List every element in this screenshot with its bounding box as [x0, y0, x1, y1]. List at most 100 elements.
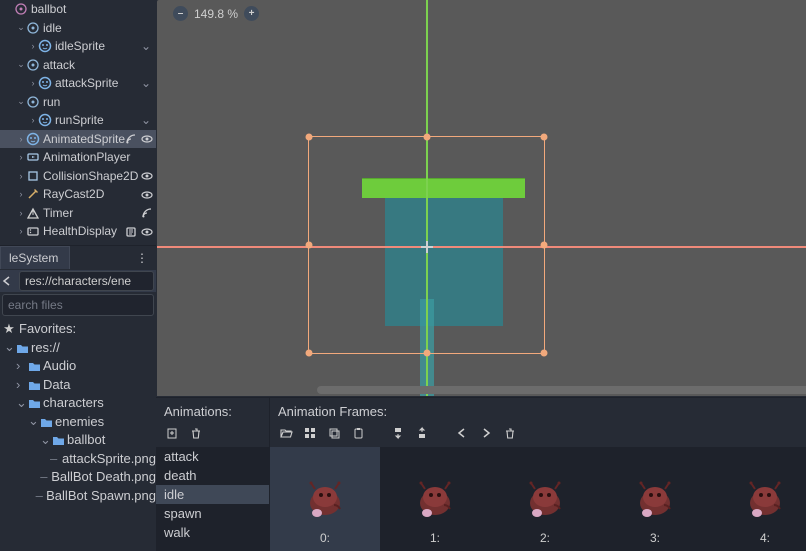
scene-node-idleSprite[interactable]: ›idleSprite⌄	[0, 37, 156, 56]
resize-handle[interactable]	[423, 350, 430, 357]
expand-icon[interactable]: ›	[16, 152, 26, 162]
spriteframes-panel: Animations: attackdeathidlespawnwalk Ani…	[156, 397, 806, 551]
copy-icon[interactable]	[326, 425, 342, 441]
expand-icon[interactable]: ›	[16, 189, 26, 199]
zoom-value[interactable]: 149.8 %	[194, 7, 238, 21]
resize-handle[interactable]	[306, 134, 313, 141]
signal-icon[interactable]	[122, 132, 138, 145]
resize-handle[interactable]	[541, 350, 548, 357]
scene-node-idle[interactable]: ⌄idle	[0, 19, 156, 38]
folder-icon	[38, 415, 52, 428]
fs-folder-enemies[interactable]: ⌄enemies	[0, 412, 156, 431]
frame-item[interactable]: 3:	[600, 447, 710, 551]
scene-node-AnimationPlayer[interactable]: ›AnimationPlayer	[0, 148, 156, 167]
scene-node-attack[interactable]: ⌄attack	[0, 56, 156, 75]
resize-handle[interactable]	[306, 350, 313, 357]
folder-icon	[26, 359, 40, 372]
scene-node-ballbot[interactable]: ballbot	[0, 0, 156, 19]
scene-node-Timer[interactable]: ›Timer	[0, 204, 156, 223]
sprite-icon	[26, 132, 40, 146]
scene-node-CollisionShape2D[interactable]: ›CollisionShape2D	[0, 167, 156, 186]
expand-icon[interactable]: ⌄	[28, 413, 38, 429]
sprite-icon	[38, 113, 52, 127]
fs-file-BallBot Spawn.png[interactable]: –BallBot Spawn.png	[0, 486, 156, 505]
signal-icon[interactable]	[138, 206, 154, 219]
scene-node-RayCast2D[interactable]: ›RayCast2D	[0, 185, 156, 204]
fs-folder-res://[interactable]: ⌄res://	[0, 338, 156, 357]
fs-label: BallBot Death.png	[51, 469, 156, 484]
scrollbar-horizontal[interactable]	[317, 386, 806, 394]
expand-icon[interactable]: ›	[16, 134, 26, 144]
expand-icon[interactable]: ⌄	[16, 96, 26, 107]
expand-icon[interactable]: ›	[28, 115, 38, 125]
move-left-icon[interactable]	[454, 425, 470, 441]
visibility-icon[interactable]	[138, 169, 154, 182]
fs-folder-ballbot[interactable]: ⌄ ballbot	[0, 431, 156, 450]
zoom-out-button[interactable]: –	[173, 6, 188, 21]
script-badge-icon[interactable]	[122, 225, 138, 238]
expand-icon[interactable]: ›	[16, 208, 26, 218]
fs-label: characters	[43, 395, 104, 410]
frame-item[interactable]: 0:	[270, 447, 380, 551]
expand-icon[interactable]: ›	[28, 41, 38, 51]
delete-frame-icon[interactable]	[502, 425, 518, 441]
resize-handle[interactable]	[541, 134, 548, 141]
scene-node-runSprite[interactable]: ›runSprite⌄	[0, 111, 156, 130]
timer-icon	[26, 206, 40, 220]
resize-handle[interactable]	[306, 242, 313, 249]
expand-icon[interactable]: ›	[16, 358, 26, 373]
fs-folder-characters[interactable]: ⌄ characters	[0, 394, 156, 413]
scene-node-HealthDisplay[interactable]: ›HealthDisplay	[0, 222, 156, 241]
path-input[interactable]	[19, 271, 154, 291]
insert-after-icon[interactable]	[414, 425, 430, 441]
fs-file-attackSprite.png[interactable]: –attackSprite.png	[0, 449, 156, 468]
frame-item[interactable]: 1:	[380, 447, 490, 551]
expand-icon[interactable]: ›	[28, 78, 38, 88]
expand-icon[interactable]: ⌄	[40, 432, 50, 448]
fs-file-BallBot Death.png[interactable]: –BallBot Death.png	[0, 468, 156, 487]
scene-node-attackSprite[interactable]: ›attackSprite⌄	[0, 74, 156, 93]
path-back-icon[interactable]	[0, 274, 14, 288]
new-animation-button[interactable]	[164, 425, 180, 441]
visibility-icon[interactable]	[138, 225, 154, 238]
frame-item[interactable]: 2:	[490, 447, 600, 551]
expand-icon[interactable]: ⌄	[16, 22, 26, 33]
fs-folder-Data[interactable]: ›Data	[0, 375, 156, 394]
sprite-icon	[38, 76, 52, 90]
expand-icon[interactable]: ⌄	[16, 59, 26, 70]
fs-label: ballbot	[67, 432, 105, 447]
expand-icon[interactable]: ⌄	[16, 395, 26, 411]
animation-item-death[interactable]: death	[156, 466, 269, 485]
expand-icon[interactable]: ›	[16, 226, 26, 236]
fs-folder-Audio[interactable]: ›Audio	[0, 357, 156, 376]
scene-node-AnimatedSprite[interactable]: ›AnimatedSprite	[0, 130, 156, 149]
expand-icon[interactable]: ›	[16, 377, 26, 392]
move-right-icon[interactable]	[478, 425, 494, 441]
scene-node-run[interactable]: ⌄run	[0, 93, 156, 112]
collapse-icon[interactable]: ⌄	[138, 39, 154, 53]
open-folder-icon[interactable]	[278, 425, 294, 441]
visibility-icon[interactable]	[138, 132, 154, 145]
folder-icon	[26, 396, 40, 409]
insert-before-icon[interactable]	[390, 425, 406, 441]
tab-filesystem[interactable]: leSystem	[0, 246, 70, 269]
expand-icon[interactable]: ›	[16, 171, 26, 181]
frame-item[interactable]: 4:	[710, 447, 806, 551]
collapse-icon[interactable]: ⌄	[138, 113, 154, 127]
collapse-icon[interactable]: ⌄	[138, 76, 154, 90]
animation-item-spawn[interactable]: spawn	[156, 504, 269, 523]
expand-icon[interactable]: ⌄	[4, 339, 14, 355]
filter-input[interactable]	[3, 298, 168, 312]
animation-item-idle[interactable]: idle	[156, 485, 269, 504]
pivot-gizmo[interactable]	[427, 247, 428, 248]
animation-item-attack[interactable]: attack	[156, 447, 269, 466]
visibility-icon[interactable]	[138, 188, 154, 201]
add-from-grid-icon[interactable]	[302, 425, 318, 441]
paste-icon[interactable]	[350, 425, 366, 441]
zoom-in-button[interactable]: +	[244, 6, 259, 21]
delete-animation-button[interactable]	[188, 425, 204, 441]
dock-menu-icon[interactable]: ⋮	[136, 251, 148, 265]
resize-handle[interactable]	[423, 134, 430, 141]
resize-handle[interactable]	[541, 242, 548, 249]
animation-item-walk[interactable]: walk	[156, 523, 269, 542]
